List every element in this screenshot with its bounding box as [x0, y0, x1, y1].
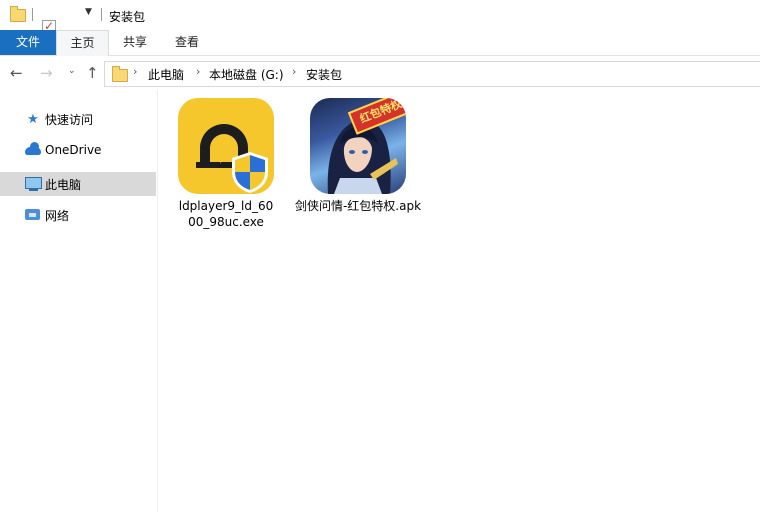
computer-icon [25, 177, 42, 191]
sidebar-item-label: 此电脑 [45, 178, 82, 192]
recent-locations-chevron-icon[interactable]: ⌄ [68, 66, 76, 76]
uac-shield-icon [232, 152, 268, 193]
tab-home[interactable]: 主页 [56, 30, 109, 56]
breadcrumb-chevron-icon[interactable]: › [292, 65, 296, 78]
breadcrumb-this-pc[interactable]: 此电脑 [148, 66, 184, 83]
customize-toolbar-dropdown-icon[interactable]: ▼ [85, 7, 92, 17]
sidebar-item-label: 网络 [45, 209, 70, 223]
sidebar-item-this-pc[interactable]: 此电脑 [0, 172, 156, 196]
sidebar-item-label: 快速访问 [45, 113, 94, 127]
breadcrumb-current-folder[interactable]: 安装包 [306, 66, 342, 83]
navigation-bar: ← → ⌄ ↑ › 此电脑 › 本地磁盘 (G:) › 安装包 [0, 56, 760, 90]
forward-arrow-icon[interactable]: → [40, 64, 53, 82]
file-list: ldplayer9_ld_60 00_98uc.exe 红包特权 剑侠问情-红包… [158, 90, 760, 512]
file-name: ldplayer9_ld_60 00_98uc.exe [172, 198, 280, 230]
sidebar-item-quick-access[interactable]: ★ 快速访问 [0, 107, 156, 131]
ribbon: 文件 主页 共享 查看 [0, 30, 760, 56]
address-bar[interactable]: › 此电脑 › 本地磁盘 (G:) › 安装包 [104, 61, 760, 87]
file-item-apk[interactable]: 红包特权 剑侠问情-红包特权.apk [290, 98, 426, 214]
tab-share[interactable]: 共享 [112, 30, 158, 55]
ldplayer-app-icon [178, 98, 274, 194]
tab-file[interactable]: 文件 [0, 30, 56, 55]
folder-icon [10, 6, 26, 22]
star-icon: ★ [27, 112, 39, 127]
window-title: 安装包 [109, 10, 146, 24]
cloud-icon [25, 142, 41, 158]
title-bar: ▼ 安装包 [0, 0, 760, 51]
file-name-line: ldplayer9_ld_60 [178, 199, 274, 213]
folder-icon [112, 66, 128, 82]
game-apk-icon: 红包特权 [310, 98, 406, 194]
sidebar-item-label: OneDrive [45, 143, 102, 157]
breadcrumb-chevron-icon[interactable]: › [196, 65, 200, 78]
back-arrow-icon[interactable]: ← [10, 64, 23, 82]
file-name: 剑侠问情-红包特权.apk [294, 199, 422, 213]
up-arrow-icon[interactable]: ↑ [86, 64, 99, 82]
divider [32, 8, 33, 21]
sidebar-item-onedrive[interactable]: OneDrive [0, 139, 156, 163]
tab-view[interactable]: 查看 [164, 30, 210, 55]
file-name-line: 00_98uc.exe [188, 215, 264, 229]
file-item-ldplayer[interactable]: ldplayer9_ld_60 00_98uc.exe [172, 98, 280, 230]
sidebar-item-network[interactable]: 网络 [0, 203, 156, 227]
navigation-pane: ★ 快速访问 OneDrive 此电脑 网络 [0, 90, 158, 512]
divider [101, 8, 102, 21]
breadcrumb-chevron-icon[interactable]: › [133, 65, 137, 78]
network-icon [25, 208, 41, 222]
breadcrumb-local-disk[interactable]: 本地磁盘 (G:) [209, 66, 284, 83]
